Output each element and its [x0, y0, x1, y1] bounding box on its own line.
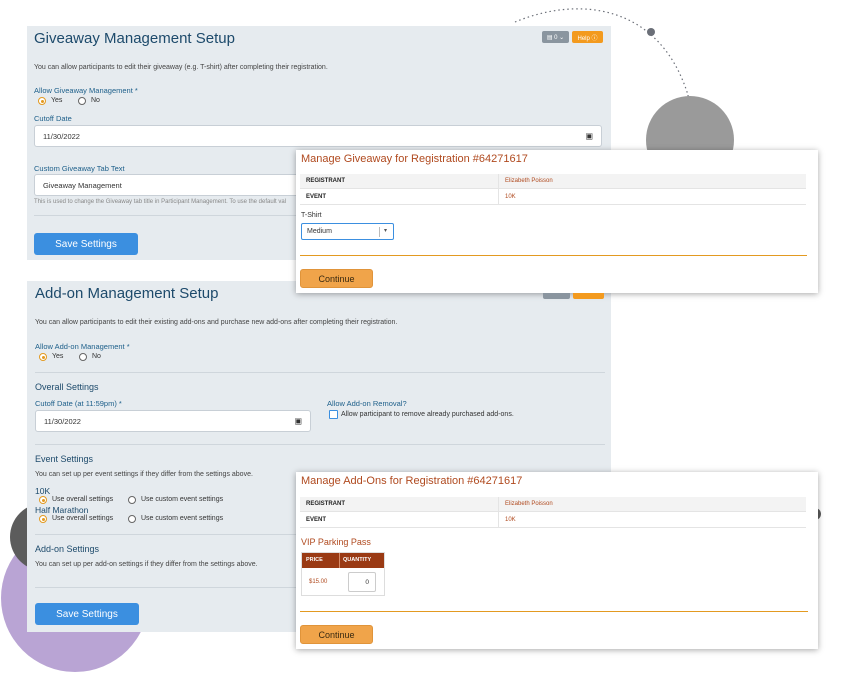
addon-item-table: PRICE QUANTITY $15.00 0: [301, 552, 385, 596]
cutoff-date-label: Cutoff Date: [34, 114, 72, 123]
quantity-value: 0: [365, 579, 369, 586]
addons-registrant-value: Elizabeth Poisson: [505, 501, 553, 507]
manage-giveaway-modal: Manage Giveaway for Registration #642716…: [296, 150, 818, 293]
addons-event-row: EVENT 10K: [300, 513, 806, 528]
quantity-input[interactable]: 0: [348, 572, 376, 592]
addon-cutoff-input[interactable]: 11/30/2022 ▣: [35, 410, 311, 432]
addons-modal-title: Manage Add-Ons for Registration #6427161…: [301, 475, 523, 487]
addon-help-button[interactable]: [573, 293, 604, 299]
giveaway-save-button[interactable]: Save Settings: [34, 233, 138, 255]
addon-no-label: No: [92, 353, 101, 360]
manage-addons-modal: Manage Add-Ons for Registration #6427161…: [296, 472, 818, 649]
event-name-10k: 10K: [35, 486, 51, 496]
addon-cutoff-label: Cutoff Date (at 11:59pm) *: [35, 399, 122, 408]
giveaway-continue-button[interactable]: Continue: [300, 269, 373, 288]
event-half-custom-radio[interactable]: [128, 515, 136, 523]
registrant-value: Elizabeth Poisson: [505, 178, 553, 184]
event-10k-custom-radio[interactable]: [128, 496, 136, 504]
addon-removal-label: Allow Add-on Removal?: [327, 399, 407, 408]
quantity-header: QUANTITY: [343, 557, 372, 563]
addons-info-table: REGISTRANT Elizabeth Poisson EVENT 10K: [300, 497, 806, 528]
event-key: EVENT: [306, 194, 327, 200]
addon-panel-title: Add-on Management Setup: [35, 285, 219, 302]
event-10k-overall-label: Use overall settings: [52, 496, 114, 503]
giveaway-yes-label: Yes: [51, 97, 63, 104]
addon-cutoff-value: 11/30/2022: [44, 416, 81, 426]
addons-continue-button[interactable]: Continue: [300, 625, 373, 644]
addons-table-column-divider: [498, 497, 499, 528]
event-name-half-marathon: Half Marathon: [35, 505, 89, 515]
addon-settings-heading: Add-on Settings: [35, 544, 100, 554]
addon-yes-radio[interactable]: [39, 353, 47, 361]
allow-giveaway-label: Allow Giveaway Management *: [34, 86, 138, 95]
giveaway-modal-rule: [300, 255, 807, 256]
giveaway-info-table: REGISTRANT Elizabeth Poisson EVENT 10K: [300, 174, 806, 205]
table-column-divider: [498, 174, 499, 205]
addon-calendar-icon[interactable]: ▣: [294, 417, 302, 426]
event-settings-heading: Event Settings: [35, 454, 94, 464]
overall-settings-heading: Overall Settings: [35, 382, 99, 392]
custom-tab-text-value: Giveaway Management: [43, 180, 122, 190]
event-10k-custom-label: Use custom event settings: [141, 496, 224, 503]
custom-tab-text-label: Custom Giveaway Tab Text: [34, 164, 125, 173]
registrant-key: REGISTRANT: [306, 178, 345, 184]
addon-table-header: PRICE QUANTITY: [302, 553, 384, 568]
giveaway-panel-title: Giveaway Management Setup: [34, 30, 235, 47]
event-value: 10K: [505, 194, 516, 200]
addon-yes-label: Yes: [52, 353, 64, 360]
event-settings-description: You can set up per event settings if the…: [35, 471, 253, 478]
giveaway-toolbox-button[interactable]: ▤ 0 ⌄: [542, 31, 569, 43]
giveaway-help-button[interactable]: Help ⓘ: [572, 31, 603, 43]
tshirt-select-value: Medium: [307, 228, 332, 235]
custom-tab-text-hint: This is used to change the Giveaway tab …: [34, 199, 287, 205]
allow-addon-label: Allow Add-on Management *: [35, 342, 130, 351]
giveaway-yes-radio[interactable]: [38, 97, 46, 105]
addon-removal-checkbox[interactable]: [329, 410, 338, 419]
addon-removal-checkbox-label: Allow participant to remove already purc…: [341, 411, 514, 418]
giveaway-description: You can allow participants to edit their…: [34, 64, 328, 71]
cutoff-date-input[interactable]: 11/30/2022 ▣: [34, 125, 602, 147]
event-half-custom-label: Use custom event settings: [141, 515, 224, 522]
tshirt-label: T-Shirt: [301, 212, 322, 219]
giveaway-no-label: No: [91, 97, 100, 104]
price-header: PRICE: [306, 557, 323, 563]
price-value: $15.00: [309, 579, 328, 585]
addons-event-value: 10K: [505, 517, 516, 523]
chevron-down-icon: ▾: [384, 228, 388, 234]
addons-registrant-row: REGISTRANT Elizabeth Poisson: [300, 497, 806, 512]
cutoff-date-value: 11/30/2022: [43, 131, 80, 141]
addon-divider-2: [35, 444, 605, 445]
addon-settings-description: You can set up per add-on settings if th…: [35, 561, 258, 568]
event-row: EVENT 10K: [300, 190, 806, 205]
giveaway-no-radio[interactable]: [78, 97, 86, 105]
tshirt-select[interactable]: Medium ▾: [301, 223, 394, 240]
header-divider: [339, 553, 340, 568]
event-half-overall-radio[interactable]: [39, 515, 47, 523]
addon-no-radio[interactable]: [79, 353, 87, 361]
addons-registrant-key: REGISTRANT: [306, 501, 345, 507]
addons-modal-rule: [300, 611, 808, 612]
addon-item-name: VIP Parking Pass: [301, 537, 371, 547]
addon-save-button[interactable]: Save Settings: [35, 603, 139, 625]
event-10k-overall-radio[interactable]: [39, 496, 47, 504]
event-half-overall-label: Use overall settings: [52, 515, 114, 522]
addon-divider-1: [35, 372, 605, 373]
addons-event-key: EVENT: [306, 517, 327, 523]
select-divider: [379, 227, 380, 237]
addon-toolbox-button[interactable]: [543, 293, 570, 299]
registrant-row: REGISTRANT Elizabeth Poisson: [300, 174, 806, 189]
giveaway-modal-title: Manage Giveaway for Registration #642716…: [301, 153, 528, 165]
calendar-icon[interactable]: ▣: [585, 132, 593, 141]
addon-description: You can allow participants to edit their…: [35, 319, 398, 326]
